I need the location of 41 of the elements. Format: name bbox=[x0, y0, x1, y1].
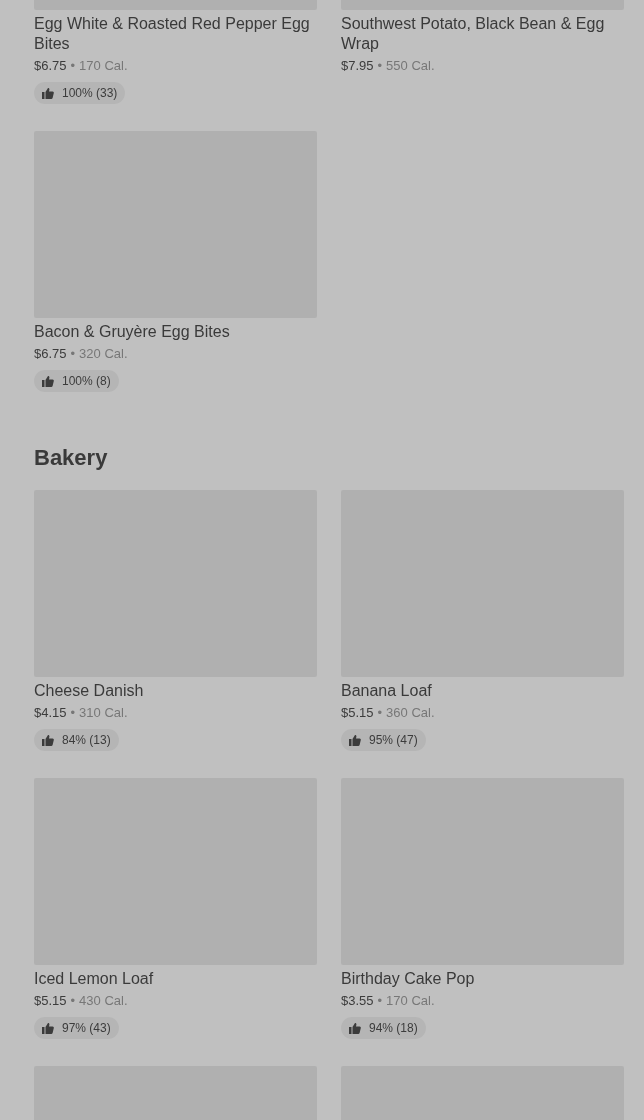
separator-dot: • bbox=[70, 57, 76, 75]
rating-badge: 94% (18) bbox=[341, 1017, 426, 1039]
item-name: Egg White & Roasted Red Pepper Egg Bites bbox=[34, 14, 311, 54]
thumbs-up-icon bbox=[42, 734, 54, 746]
thumbs-up-icon bbox=[42, 1022, 54, 1034]
item-calories: 360 Cal. bbox=[386, 704, 435, 722]
separator-dot: • bbox=[377, 57, 383, 75]
separator-dot: • bbox=[70, 992, 76, 1010]
item-name: Iced Lemon Loaf bbox=[34, 969, 155, 989]
thumbs-up-icon bbox=[349, 1022, 361, 1034]
thumbs-up-icon bbox=[42, 375, 54, 387]
separator-dot: • bbox=[377, 704, 383, 722]
thumbs-up-icon bbox=[349, 734, 361, 746]
item-name: Southwest Potato, Black Bean & Egg Wrap bbox=[341, 14, 606, 54]
item-calories: 550 Cal. bbox=[386, 57, 435, 75]
item-name: Bacon & Gruyère Egg Bites bbox=[34, 322, 231, 342]
item-price: $6.75 bbox=[34, 57, 67, 75]
item-price: $7.95 bbox=[341, 57, 374, 75]
item-name: Birthday Cake Pop bbox=[341, 969, 476, 989]
item-calories: 310 Cal. bbox=[79, 704, 128, 722]
section-heading: Bakery bbox=[34, 444, 109, 472]
separator-dot: • bbox=[70, 345, 76, 363]
item-price: $5.15 bbox=[341, 704, 374, 722]
item-calories: 430 Cal. bbox=[79, 992, 128, 1010]
rating-badge: 100% (8) bbox=[34, 370, 119, 392]
item-price: $4.15 bbox=[34, 704, 67, 722]
item-name: Cheese Danish bbox=[34, 681, 145, 701]
item-price: $5.15 bbox=[34, 992, 67, 1010]
item-calories: 170 Cal. bbox=[79, 57, 128, 75]
rating-badge: 97% (43) bbox=[34, 1017, 119, 1039]
rating-badge: 95% (47) bbox=[341, 729, 426, 751]
item-calories: 320 Cal. bbox=[79, 345, 128, 363]
thumbs-up-icon bbox=[42, 87, 54, 99]
rating-badge: 100% (33) bbox=[34, 82, 126, 104]
item-price: $6.75 bbox=[34, 345, 67, 363]
item-price: $3.55 bbox=[341, 992, 374, 1010]
separator-dot: • bbox=[377, 992, 383, 1010]
separator-dot: • bbox=[70, 704, 76, 722]
item-calories: 170 Cal. bbox=[386, 992, 435, 1010]
item-name: Banana Loaf bbox=[341, 681, 433, 701]
rating-badge: 84% (13) bbox=[34, 729, 119, 751]
